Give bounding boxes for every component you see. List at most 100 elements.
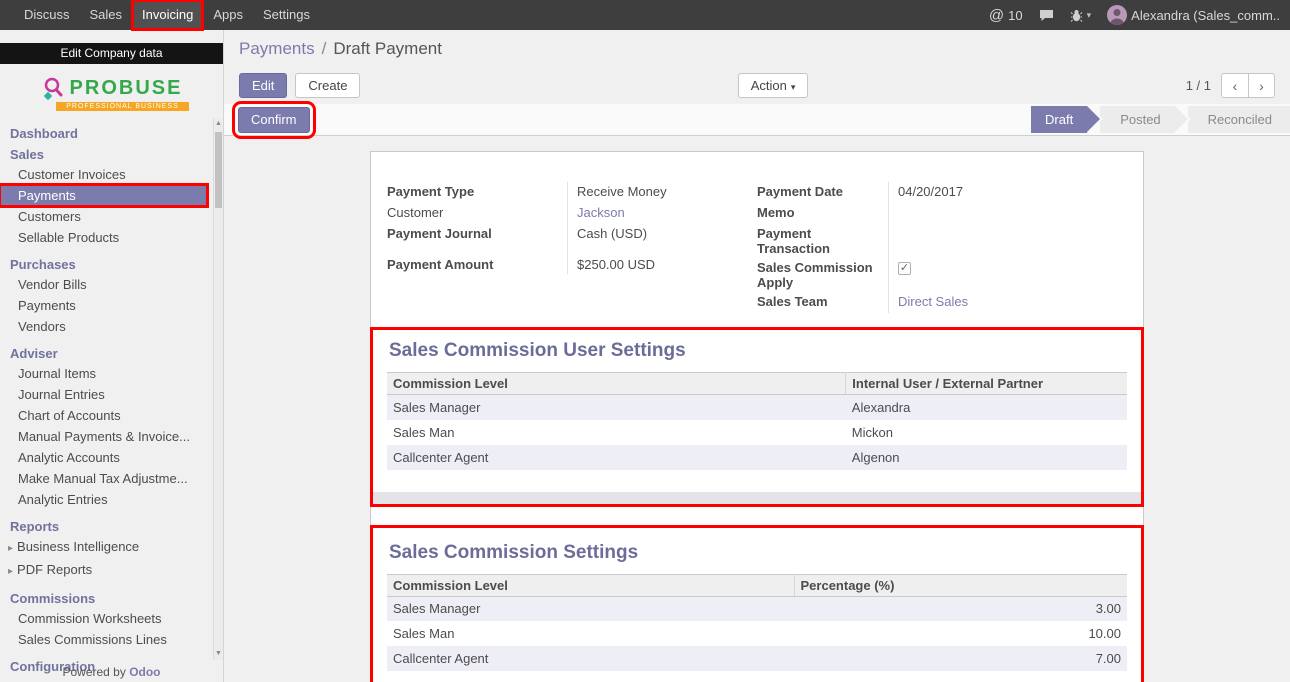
commission-level-cell[interactable]: Callcenter Agent	[387, 646, 794, 671]
commission-level-cell[interactable]: Sales Manager	[387, 395, 846, 420]
pager-value: 1 / 1	[1186, 78, 1211, 93]
sidebar-item-payments[interactable]: Payments	[0, 185, 207, 206]
menu-apps[interactable]: Apps	[203, 0, 253, 30]
sidebar-item-analytic-entries[interactable]: Analytic Entries	[0, 489, 223, 510]
main-area: Payments / Draft Payment Edit Create Act…	[224, 30, 1290, 682]
commission-level-cell[interactable]: Sales Manager	[387, 596, 794, 621]
table-header-row: Commission Level Internal User / Externa…	[387, 373, 1127, 395]
confirm-button[interactable]: Confirm	[238, 107, 310, 133]
sidebar-section-adviser[interactable]: Adviser	[0, 345, 223, 363]
sidebar-item-customers[interactable]: Customers	[0, 206, 223, 227]
sidebar-item-journal-entries[interactable]: Journal Entries	[0, 384, 223, 405]
breadcrumb-separator: /	[322, 39, 327, 59]
odoo-link[interactable]: Odoo	[129, 665, 160, 679]
menu-invoicing[interactable]: Invoicing	[132, 0, 203, 30]
user-cell[interactable]: Algenon	[846, 445, 1127, 470]
commission-level-cell[interactable]: Sales Man	[387, 420, 846, 445]
sidebar-item-sales-commissions-lines[interactable]: Sales Commissions Lines	[0, 629, 223, 650]
sidebar-scrollbar[interactable]: ▲ ▼	[213, 118, 223, 660]
pager-previous-button[interactable]: ‹	[1221, 73, 1248, 98]
magnifier-logo-icon	[41, 76, 67, 102]
sidebar-item-analytic-accounts[interactable]: Analytic Accounts	[0, 447, 223, 468]
sidebar-item-make-manual-tax[interactable]: Make Manual Tax Adjustme...	[0, 468, 223, 489]
check-icon: ✓	[900, 262, 909, 274]
breadcrumb-payments-link[interactable]: Payments	[239, 39, 315, 59]
debug-menu[interactable]: ▾	[1070, 9, 1092, 22]
sales-team-label: Sales Team	[757, 292, 888, 313]
create-button[interactable]: Create	[295, 73, 360, 98]
sidebar-section-commissions[interactable]: Commissions	[0, 590, 223, 608]
sidebar-section-reports[interactable]: Reports	[0, 518, 223, 536]
percentage-cell[interactable]: 3.00	[794, 596, 1127, 621]
statusbar: Confirm Draft Posted Reconciled	[224, 104, 1290, 136]
sidebar-item-chart-of-accounts[interactable]: Chart of Accounts	[0, 405, 223, 426]
customer-link[interactable]: Jackson	[577, 205, 625, 220]
percentage-cell[interactable]: 7.00	[794, 646, 1127, 671]
commission-settings-table: Commission Level Percentage (%) Sales Ma…	[387, 574, 1127, 672]
table-row[interactable]: Callcenter Agent 7.00	[387, 646, 1127, 671]
user-cell[interactable]: Alexandra	[846, 395, 1127, 420]
sidebar-item-purchase-payments[interactable]: Payments	[0, 295, 223, 316]
action-label: Action	[751, 78, 787, 93]
user-cell[interactable]: Mickon	[846, 420, 1127, 445]
sales-team-link[interactable]: Direct Sales	[898, 294, 968, 309]
sidebar-item-sellable-products[interactable]: Sellable Products	[0, 227, 223, 248]
user-menu[interactable]: Alexandra (Sales_comm..	[1107, 5, 1280, 25]
pager: 1 / 1 ‹›	[1186, 73, 1275, 98]
commission-level-cell[interactable]: Sales Man	[387, 621, 794, 646]
status-reconciled[interactable]: Reconciled	[1188, 106, 1290, 133]
table-row[interactable]: Sales Man 10.00	[387, 621, 1127, 646]
payment-date-value: 04/20/2017	[888, 182, 1127, 203]
sidebar-item-business-intelligence[interactable]: ▸Business Intelligence	[0, 536, 223, 559]
table-row[interactable]: Sales Manager Alexandra	[387, 395, 1127, 420]
percentage-cell[interactable]: 10.00	[794, 621, 1127, 646]
commission-level-cell[interactable]: Callcenter Agent	[387, 445, 846, 470]
scroll-up-icon[interactable]: ▲	[214, 118, 223, 130]
sidebar-item-vendor-bills[interactable]: Vendor Bills	[0, 274, 223, 295]
form-view: Payment Type Receive Money Customer Jack…	[224, 136, 1290, 682]
messages-button[interactable]	[1039, 9, 1054, 22]
memo-label: Memo	[757, 203, 888, 224]
status-posted[interactable]: Posted	[1100, 106, 1174, 133]
scrollbar-thumb[interactable]	[215, 132, 222, 208]
column-header-percentage[interactable]: Percentage (%)	[794, 574, 1127, 596]
sidebar-section-purchases[interactable]: Purchases	[0, 256, 223, 274]
menu-discuss[interactable]: Discuss	[14, 0, 80, 30]
table-row[interactable]: Sales Manager 3.00	[387, 596, 1127, 621]
logo-tagline: PROFESSIONAL BUSINESS	[56, 102, 189, 111]
pager-next-button[interactable]: ›	[1248, 73, 1275, 98]
user-settings-title: Sales Commission User Settings	[389, 340, 1127, 362]
menu-settings[interactable]: Settings	[253, 0, 320, 30]
edit-company-data-button[interactable]: Edit Company data	[0, 43, 223, 64]
sidebar-item-pdf-reports[interactable]: ▸PDF Reports	[0, 559, 223, 582]
column-header-commission-level[interactable]: Commission Level	[387, 373, 846, 395]
sidebar-item-vendors[interactable]: Vendors	[0, 316, 223, 337]
sales-commission-apply-checkbox[interactable]: ✓	[898, 262, 911, 275]
activity-count: 10	[1008, 8, 1022, 23]
sidebar-item-journal-items[interactable]: Journal Items	[0, 363, 223, 384]
payment-transaction-label: Payment Transaction	[757, 224, 888, 258]
sales-commission-user-settings-section: Sales Commission User Settings Commissio…	[370, 327, 1144, 507]
activity-menu[interactable]: @ 10	[989, 7, 1023, 24]
payment-journal-label: Payment Journal	[387, 224, 567, 245]
column-header-internal-user[interactable]: Internal User / External Partner	[846, 373, 1127, 395]
mention-icon: @	[989, 7, 1004, 24]
logo-text: PROBUSE	[70, 77, 183, 100]
sidebar-section-sales[interactable]: Sales	[0, 146, 223, 164]
sidebar-item-dashboard[interactable]: Dashboard	[0, 125, 223, 143]
table-row[interactable]: Callcenter Agent Algenon	[387, 445, 1127, 470]
sidebar-item-commission-worksheets[interactable]: Commission Worksheets	[0, 608, 223, 629]
sidebar-item-label: Business Intelligence	[17, 539, 139, 554]
status-draft[interactable]: Draft	[1031, 106, 1087, 133]
scroll-down-icon[interactable]: ▼	[214, 648, 223, 660]
table-row[interactable]: Sales Man Mickon	[387, 420, 1127, 445]
edit-button[interactable]: Edit	[239, 73, 287, 98]
status-pipeline: Draft Posted Reconciled	[1031, 106, 1290, 133]
sidebar-item-manual-payments[interactable]: Manual Payments & Invoice...	[0, 426, 223, 447]
action-dropdown-button[interactable]: Action▾	[738, 73, 809, 98]
column-header-commission-level[interactable]: Commission Level	[387, 574, 794, 596]
sidebar-menu: Dashboard Sales Customer Invoices Paymen…	[0, 118, 223, 676]
sidebar-item-customer-invoices[interactable]: Customer Invoices	[0, 164, 223, 185]
payment-date-label: Payment Date	[757, 182, 888, 203]
menu-sales[interactable]: Sales	[80, 0, 133, 30]
